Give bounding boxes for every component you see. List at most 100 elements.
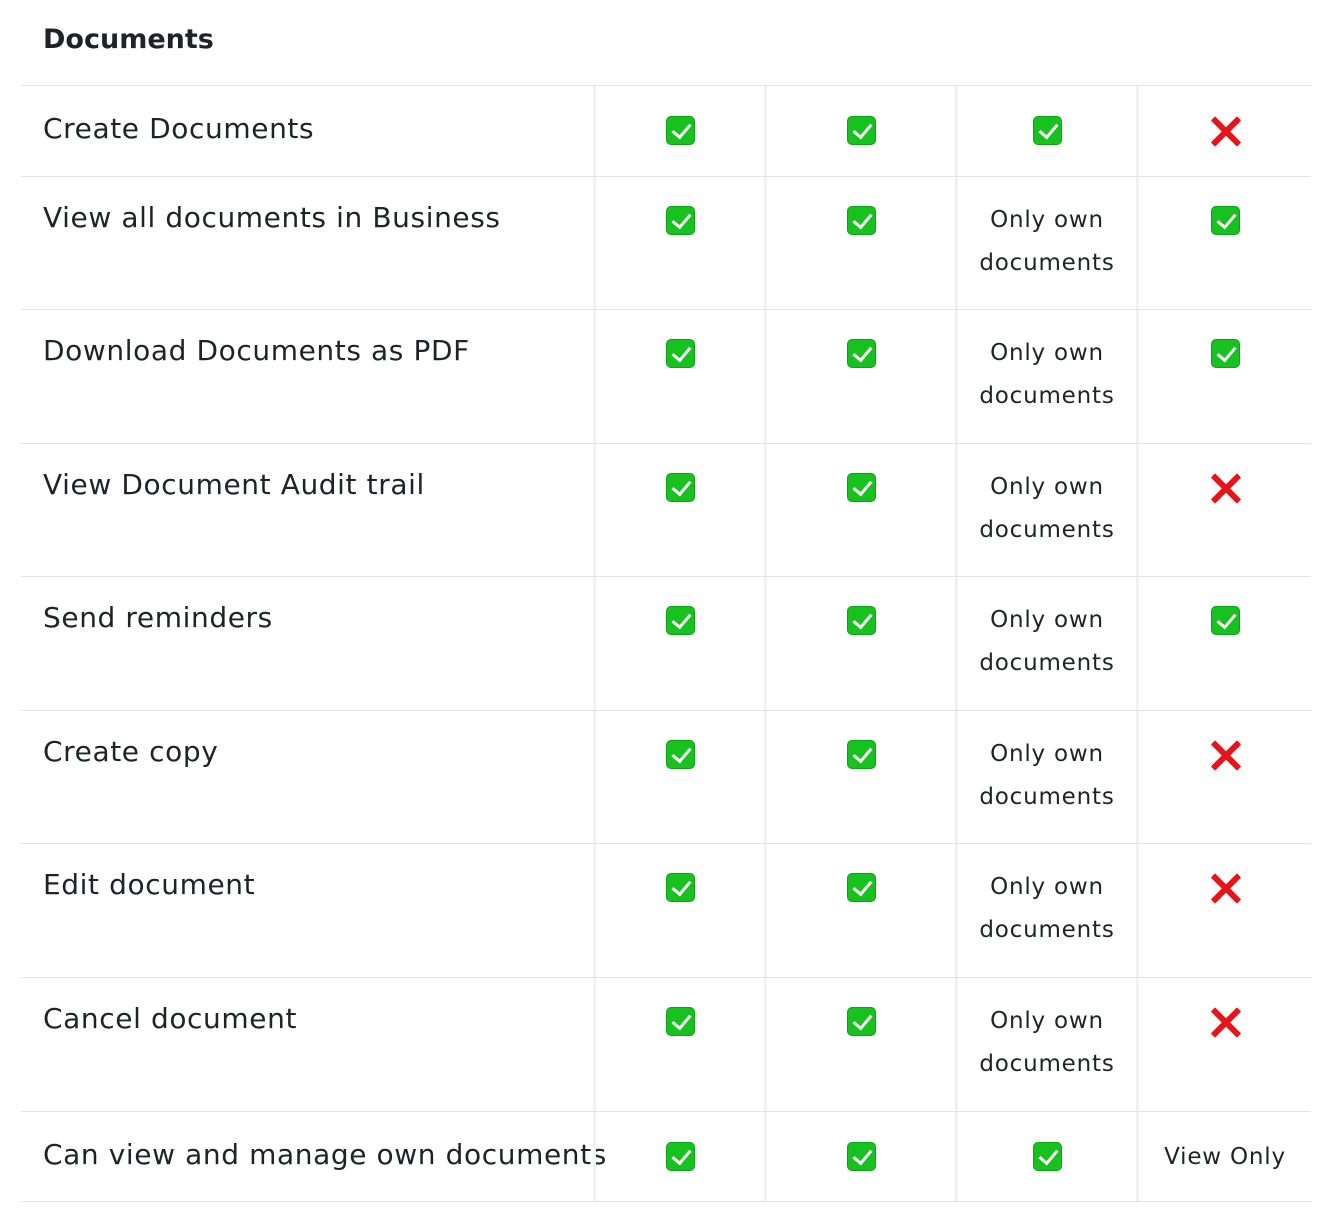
permission-value-cell: Only own documents bbox=[955, 444, 1136, 576]
permission-label-cell: Create Documents bbox=[21, 86, 593, 176]
green-check-icon bbox=[665, 339, 695, 368]
permission-value-cell: Only own documents bbox=[955, 177, 1136, 309]
green-check-icon bbox=[665, 1007, 695, 1036]
permission-row: Cancel document Only own documents bbox=[21, 978, 1311, 1112]
permission-value-cell bbox=[764, 177, 955, 309]
green-check-icon bbox=[1032, 116, 1062, 145]
permission-value-text: Only own documents bbox=[979, 207, 1115, 276]
green-check-icon bbox=[665, 1142, 695, 1171]
permission-label-cell: Send reminders bbox=[21, 577, 593, 710]
red-cross-icon bbox=[1210, 740, 1241, 771]
permission-label: Edit document bbox=[43, 868, 256, 901]
permission-value-cell: Only own documents bbox=[955, 844, 1136, 977]
permission-row: Send reminders Only own documents bbox=[21, 577, 1311, 711]
permission-value-cell bbox=[1136, 444, 1311, 576]
permission-label: Create copy bbox=[43, 735, 219, 768]
permission-value-text: Only own documents bbox=[979, 474, 1115, 543]
permission-value-cell bbox=[593, 310, 764, 443]
permission-value-cell bbox=[955, 1112, 1136, 1201]
permission-value-cell: Only own documents bbox=[955, 711, 1136, 843]
permission-rows: Create Documents View all documents in Bu… bbox=[21, 86, 1311, 1202]
permission-row: Create copy Only own documents bbox=[21, 711, 1311, 844]
section-title: Documents bbox=[43, 24, 214, 55]
permission-label: Download Documents as PDF bbox=[43, 334, 470, 367]
permission-value-text: Only own documents bbox=[979, 1008, 1115, 1077]
permission-label-cell: Create copy bbox=[21, 711, 593, 843]
permission-value-text: View Only bbox=[1164, 1144, 1286, 1170]
green-check-icon bbox=[1210, 339, 1240, 368]
permission-row: View Document Audit trail Only own docume… bbox=[21, 444, 1311, 577]
permission-value-text: Only own documents bbox=[979, 340, 1115, 409]
permission-label: Create Documents bbox=[43, 112, 315, 145]
permission-value-cell bbox=[593, 444, 764, 576]
permission-label: View Document Audit trail bbox=[43, 468, 425, 501]
green-check-icon bbox=[1210, 206, 1240, 235]
permission-value-cell bbox=[1136, 310, 1311, 443]
permission-value-cell bbox=[1136, 978, 1311, 1111]
permission-label-cell: Download Documents as PDF bbox=[21, 310, 593, 443]
green-check-icon bbox=[1032, 1142, 1062, 1171]
green-check-icon bbox=[665, 116, 695, 145]
green-check-icon bbox=[846, 473, 876, 502]
permission-value-cell bbox=[593, 1112, 764, 1201]
green-check-icon bbox=[665, 473, 695, 502]
permission-row: View all documents in Business Only own d… bbox=[21, 177, 1311, 310]
green-check-icon bbox=[1210, 606, 1240, 635]
green-check-icon bbox=[846, 206, 876, 235]
permission-value-cell bbox=[764, 444, 955, 576]
green-check-icon bbox=[665, 740, 695, 769]
permission-label: View all documents in Business bbox=[43, 201, 501, 234]
permission-value-cell: Only own documents bbox=[955, 310, 1136, 443]
permission-value-cell bbox=[1136, 177, 1311, 309]
permission-value-cell bbox=[593, 577, 764, 710]
permission-label-cell: Can view and manage own documents bbox=[21, 1112, 606, 1201]
permission-label: Send reminders bbox=[43, 601, 273, 634]
green-check-icon bbox=[846, 740, 876, 769]
green-check-icon bbox=[846, 606, 876, 635]
green-check-icon bbox=[665, 206, 695, 235]
red-cross-icon bbox=[1210, 473, 1241, 504]
permission-value-cell bbox=[593, 177, 764, 309]
permission-value-cell bbox=[764, 310, 955, 443]
permission-value-cell bbox=[1136, 844, 1311, 977]
permission-row: Download Documents as PDF Only own docume… bbox=[21, 310, 1311, 444]
permission-row: Can view and manage own documents View On… bbox=[21, 1112, 1311, 1202]
green-check-icon bbox=[665, 606, 695, 635]
red-cross-icon bbox=[1210, 873, 1241, 904]
section-header-row: Documents bbox=[21, 0, 1311, 86]
permission-value-cell: Only own documents bbox=[955, 577, 1136, 710]
permission-label-cell: Edit document bbox=[21, 844, 593, 977]
green-check-icon bbox=[846, 339, 876, 368]
permission-value-cell bbox=[764, 577, 955, 710]
permission-value-cell bbox=[593, 844, 764, 977]
permission-label: Cancel document bbox=[43, 1002, 298, 1035]
permission-value-text: Only own documents bbox=[979, 874, 1115, 943]
green-check-icon bbox=[846, 1007, 876, 1036]
permission-value-cell bbox=[764, 1112, 955, 1201]
permission-row: Create Documents bbox=[21, 86, 1311, 177]
red-cross-icon bbox=[1210, 116, 1241, 147]
permission-label: Can view and manage own documents bbox=[43, 1138, 607, 1171]
permission-value-cell bbox=[1136, 577, 1311, 710]
red-cross-icon bbox=[1210, 1007, 1241, 1038]
permission-value-cell bbox=[593, 711, 764, 843]
permission-value-cell bbox=[764, 978, 955, 1111]
green-check-icon bbox=[846, 873, 876, 902]
permission-value-cell bbox=[1136, 86, 1311, 176]
permission-label-cell: View Document Audit trail bbox=[21, 444, 593, 576]
permissions-table: Documents Create Documents View all docum… bbox=[21, 0, 1311, 1202]
permission-value-cell bbox=[593, 978, 764, 1111]
green-check-icon bbox=[665, 873, 695, 902]
green-check-icon bbox=[846, 116, 876, 145]
permission-value-cell bbox=[764, 711, 955, 843]
permission-label-cell: Cancel document bbox=[21, 978, 593, 1111]
permission-row: Edit document Only own documents bbox=[21, 844, 1311, 978]
permission-value-text: Only own documents bbox=[979, 607, 1115, 676]
permission-value-cell bbox=[955, 86, 1136, 176]
permission-value-cell bbox=[593, 86, 764, 176]
permission-value-text: Only own documents bbox=[979, 741, 1115, 810]
permission-value-cell bbox=[764, 86, 955, 176]
green-check-icon bbox=[846, 1142, 876, 1171]
permission-value-cell: View Only bbox=[1136, 1112, 1311, 1201]
permission-value-cell bbox=[764, 844, 955, 977]
